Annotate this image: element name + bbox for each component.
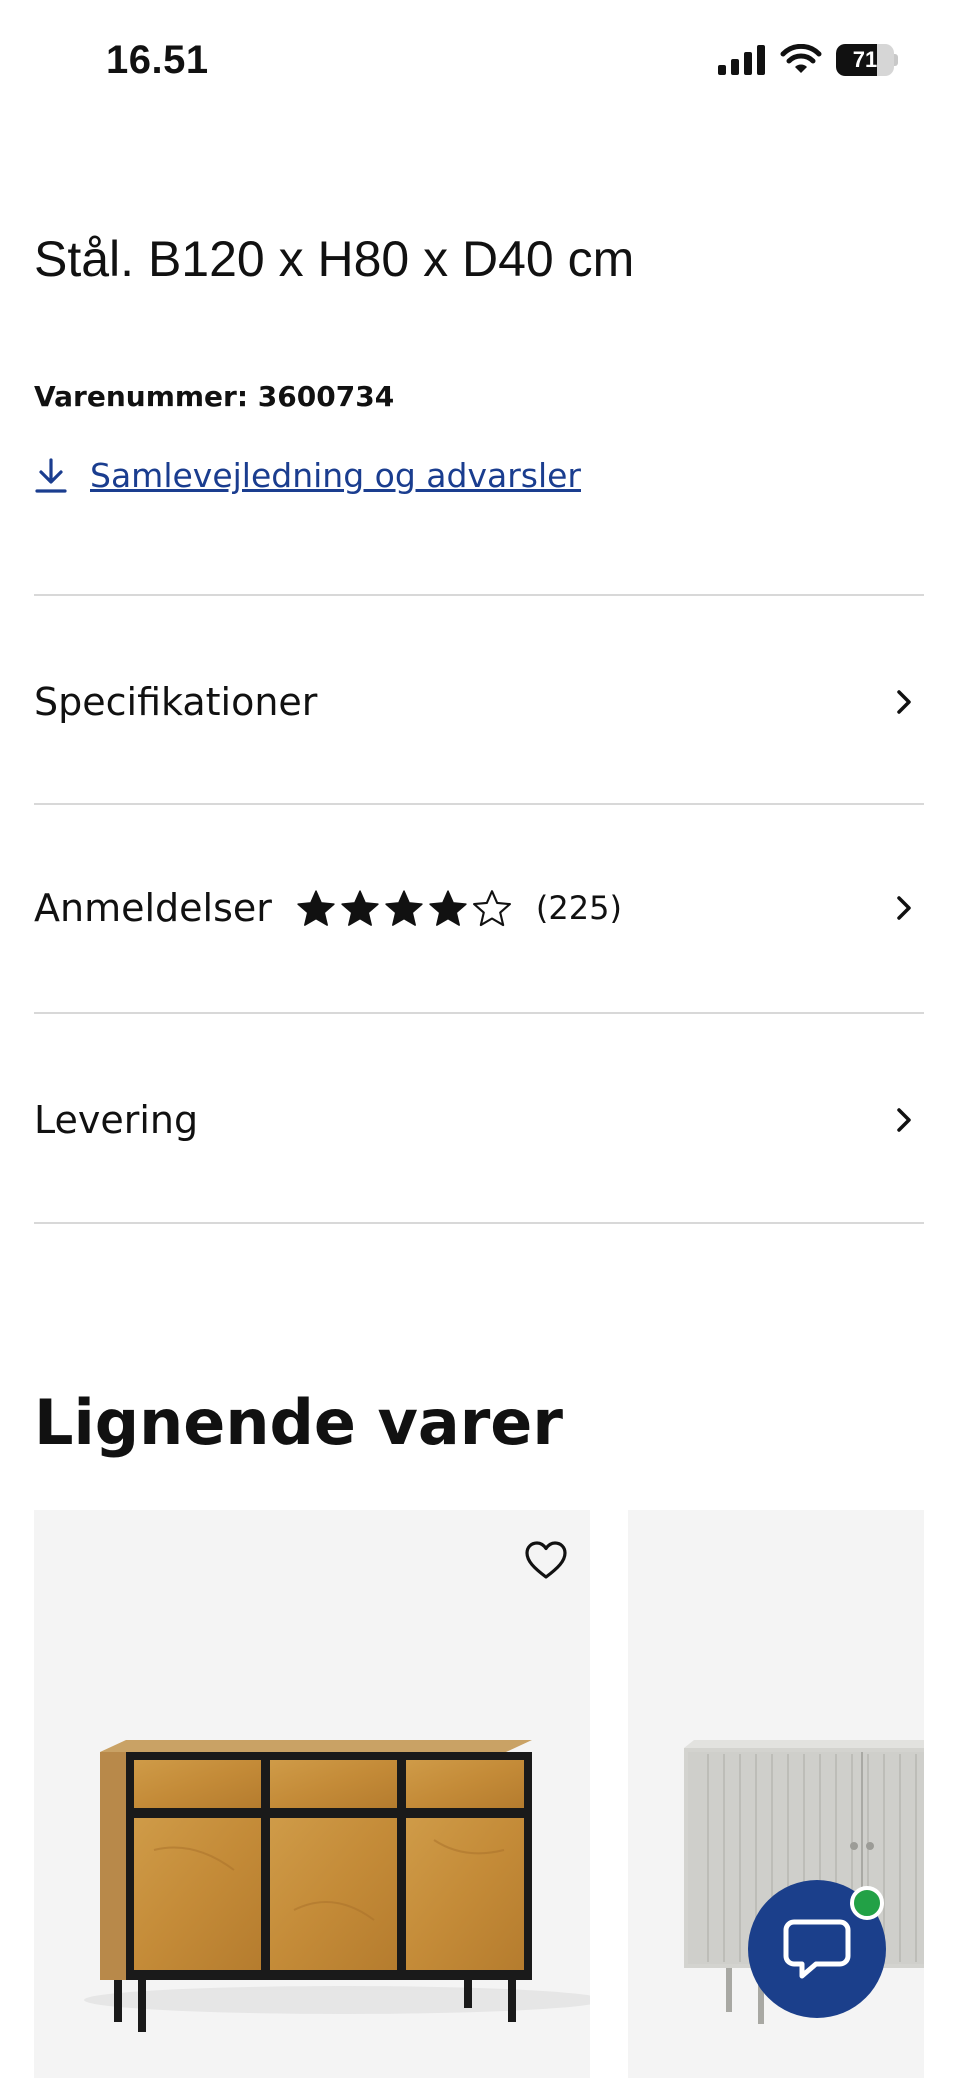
reviews-label: Anmeldelser — [34, 886, 272, 930]
chevron-right-icon — [897, 1108, 911, 1132]
status-icons: 71 — [718, 44, 898, 76]
divider — [34, 803, 924, 805]
rating-stars — [296, 889, 512, 927]
product-title: Stål. B120 x H80 x D40 cm — [34, 231, 635, 287]
status-time: 16.51 — [106, 38, 209, 82]
product-sku: Varenummer: 3600734 — [34, 380, 395, 413]
review-count: (225) — [535, 889, 622, 927]
download-icon — [35, 457, 67, 493]
accordion-specifications[interactable]: Specifikationer — [34, 600, 924, 804]
accordion-reviews[interactable]: Anmeldelser (225) — [34, 806, 924, 1010]
accordion-delivery[interactable]: Levering — [34, 1018, 924, 1222]
similar-product-card[interactable] — [34, 1510, 590, 2078]
star-filled-icon — [429, 890, 467, 926]
chat-bubble-icon — [783, 1919, 851, 1979]
wifi-icon — [780, 44, 822, 73]
divider — [34, 1222, 924, 1224]
similar-items-heading: Lignende varer — [34, 1386, 563, 1459]
battery-indicator: 71 — [836, 44, 898, 76]
chat-online-indicator — [850, 1886, 884, 1920]
star-filled-icon — [297, 890, 335, 926]
chevron-right-icon — [897, 896, 911, 920]
star-empty-icon — [472, 890, 511, 927]
cellular-signal-icon — [718, 45, 765, 75]
sideboard-oak-image — [84, 1740, 590, 2032]
assembly-manual-label: Samlevejledning og advarsler — [90, 456, 581, 495]
battery-label: 71 — [852, 47, 878, 72]
star-filled-icon — [385, 890, 423, 926]
status-bar: 16.51 71 — [0, 0, 960, 130]
delivery-label: Levering — [34, 1098, 199, 1142]
divider — [34, 1012, 924, 1014]
star-filled-icon — [341, 890, 379, 926]
assembly-manual-link[interactable]: Samlevejledning og advarsler — [34, 456, 581, 495]
specifications-label: Specifikationer — [34, 680, 318, 724]
divider — [34, 594, 924, 596]
chevron-right-icon — [897, 690, 911, 714]
